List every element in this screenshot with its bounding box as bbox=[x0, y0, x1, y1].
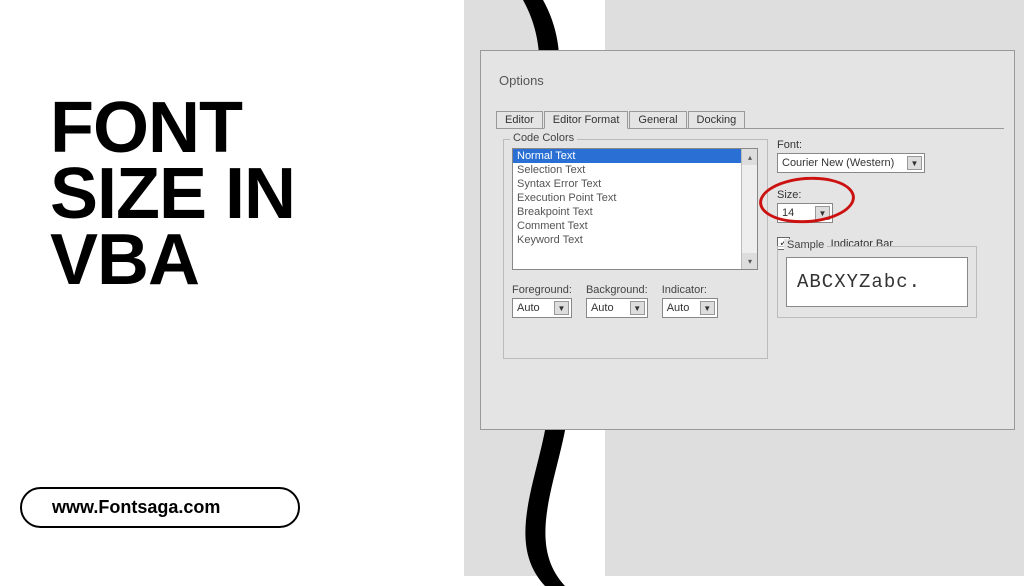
background-value: Auto bbox=[591, 302, 614, 314]
list-item[interactable]: Syntax Error Text bbox=[513, 177, 757, 191]
size-combo[interactable]: 14 ▼ bbox=[777, 203, 833, 223]
tabs-bar: Editor Editor Format General Docking bbox=[496, 111, 1004, 129]
sample-group: Sample ABCXYZabc. bbox=[777, 246, 977, 318]
tab-general[interactable]: General bbox=[629, 111, 686, 128]
code-colors-group: Code Colors Normal Text Selection Text S… bbox=[503, 139, 768, 359]
list-item[interactable]: Keyword Text bbox=[513, 233, 757, 247]
list-item[interactable]: Execution Point Text bbox=[513, 191, 757, 205]
indicator-value: Auto bbox=[667, 302, 690, 314]
listbox-scrollbar[interactable]: ▴ ▾ bbox=[741, 149, 757, 269]
foreground-combo[interactable]: Auto ▼ bbox=[512, 298, 572, 318]
background-label: Background: bbox=[586, 284, 648, 296]
hero-line-1: FONT bbox=[50, 95, 295, 161]
code-colors-listbox[interactable]: Normal Text Selection Text Syntax Error … bbox=[512, 148, 758, 270]
font-combo[interactable]: Courier New (Western) ▼ bbox=[777, 153, 925, 173]
scroll-down-icon[interactable]: ▾ bbox=[742, 253, 758, 269]
chevron-down-icon: ▼ bbox=[554, 301, 569, 315]
size-label: Size: bbox=[777, 189, 1002, 201]
chevron-down-icon: ▼ bbox=[815, 206, 830, 220]
list-item[interactable]: Comment Text bbox=[513, 219, 757, 233]
sample-label: Sample bbox=[784, 239, 827, 251]
tab-editor-format[interactable]: Editor Format bbox=[544, 111, 629, 129]
hero-line-3: VBA bbox=[50, 227, 295, 293]
font-value: Courier New (Western) bbox=[782, 157, 894, 169]
font-label: Font: bbox=[777, 139, 1002, 151]
website-url: www.Fontsaga.com bbox=[20, 487, 300, 528]
size-value: 14 bbox=[782, 207, 794, 219]
chevron-down-icon: ▼ bbox=[630, 301, 645, 315]
list-item[interactable]: Breakpoint Text bbox=[513, 205, 757, 219]
list-item[interactable]: Normal Text bbox=[513, 149, 757, 163]
list-item[interactable]: Selection Text bbox=[513, 163, 757, 177]
indicator-combo[interactable]: Auto ▼ bbox=[662, 298, 718, 318]
sample-text: ABCXYZabc. bbox=[786, 257, 968, 307]
code-colors-label: Code Colors bbox=[510, 132, 577, 144]
tab-docking[interactable]: Docking bbox=[688, 111, 746, 128]
indicator-label: Indicator: bbox=[662, 284, 718, 296]
chevron-down-icon: ▼ bbox=[700, 301, 715, 315]
foreground-value: Auto bbox=[517, 302, 540, 314]
tab-editor[interactable]: Editor bbox=[496, 111, 543, 128]
hero-line-2: SIZE IN bbox=[50, 161, 295, 227]
background-combo[interactable]: Auto ▼ bbox=[586, 298, 648, 318]
options-dialog: Options Editor Editor Format General Doc… bbox=[480, 50, 1015, 430]
foreground-label: Foreground: bbox=[512, 284, 572, 296]
chevron-down-icon: ▼ bbox=[907, 156, 922, 170]
scroll-up-icon[interactable]: ▴ bbox=[742, 149, 758, 165]
hero-title: FONT SIZE IN VBA bbox=[50, 95, 295, 294]
dialog-title: Options bbox=[499, 73, 544, 88]
